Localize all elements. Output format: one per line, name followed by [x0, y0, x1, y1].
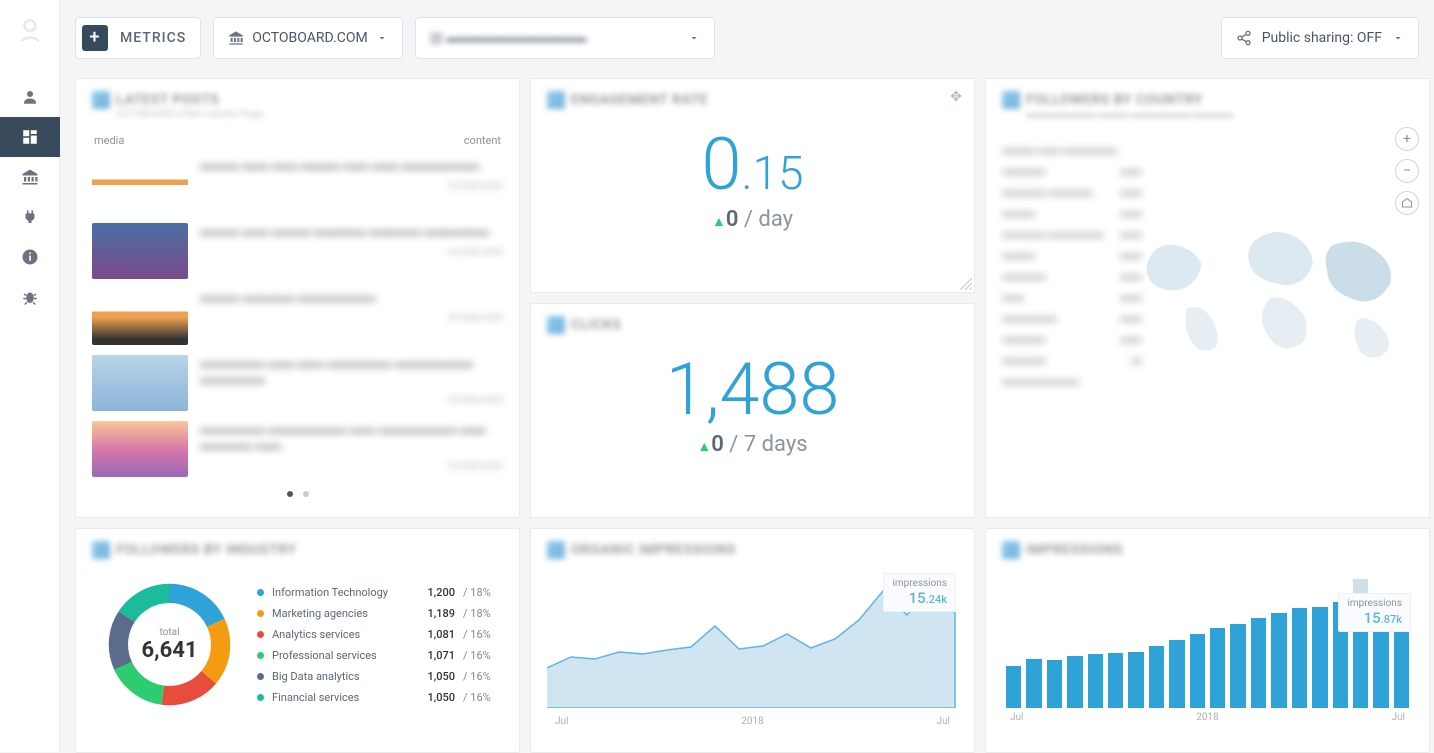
card-latest-posts[interactable]: LATEST POSTS OCTOBOARD.COM Linkedin Page… [75, 78, 520, 518]
chart-badge: impressions 15.87k [1338, 593, 1411, 632]
linkedin-icon [547, 541, 565, 559]
sidebar-item-bug[interactable] [0, 277, 60, 317]
industry-legend: Information Technology1,200/ 18%Marketin… [257, 582, 503, 708]
post-thumb [92, 421, 188, 477]
linkedin-icon [92, 541, 110, 559]
engagement-period: / day [744, 207, 793, 232]
org-label: OCTOBOARD.COM [252, 30, 367, 46]
card-organic-impressions[interactable]: ORGANIC IMPRESSIONS impressions 15.24k J… [530, 528, 975, 753]
card-followers-industry[interactable]: FOLLOWERS BY INDUSTRY total 6,641 Inform… [75, 528, 520, 753]
zoom-out-button[interactable]: − [1395, 159, 1419, 183]
linkedin-icon [547, 316, 565, 334]
card-clicks[interactable]: CLICKS 1,488 ▲0 / 7 days [530, 303, 975, 518]
dashboard-selector[interactable]: ▧ ▬▬▬▬▬▬▬▬▬▬ [415, 17, 715, 59]
zoom-in-button[interactable]: + [1395, 127, 1419, 151]
sidebar [0, 0, 60, 752]
sidebar-item-info[interactable] [0, 237, 60, 277]
bar [1006, 666, 1021, 708]
up-triangle-icon: ▲ [712, 214, 726, 230]
bar [1169, 640, 1184, 708]
card-engagement-rate[interactable]: ✥ ENGAGEMENT RATE 0.15 ▲0 / day [530, 78, 975, 293]
linkedin-icon [1002, 91, 1020, 109]
bar [1108, 653, 1123, 708]
bar [1190, 634, 1205, 708]
donut-total-value: 6,641 [142, 638, 198, 663]
x-axis: Jul2018Jul [1002, 708, 1413, 723]
bank-icon [228, 30, 244, 46]
post-thumb [92, 157, 188, 213]
post-thumb [92, 355, 188, 411]
post-row[interactable]: ▬▬▬ ▬▬▬▬ ▬▬▬▬▬▬▬ ▬▬ ▬▬ [92, 289, 503, 345]
sidebar-item-dashboard[interactable] [0, 117, 60, 157]
engagement-value-int: 0 [702, 122, 742, 207]
card-impressions[interactable]: IMPRESSIONS impressions 15.87k Jul2018Ju… [985, 528, 1430, 753]
bar [1047, 660, 1062, 708]
post-thumb [92, 289, 188, 345]
post-row[interactable]: ▬▬▬▬▬ ▬▬ ▬▬ ▬▬▬▬▬ ▬▬▬▬▬▬ ▬▬▬▬▬ ▬ ▬▬ ▬▬ [92, 355, 503, 411]
clicks-delta: 0 [711, 432, 724, 457]
bar [1067, 656, 1082, 708]
public-sharing-button[interactable]: Public sharing: OFF [1221, 17, 1419, 59]
legend-row: Information Technology1,200/ 18% [257, 582, 503, 603]
org-selector[interactable]: OCTOBOARD.COM [213, 17, 402, 59]
world-map[interactable] [1129, 199, 1419, 379]
donut-total-label: total [142, 627, 198, 638]
bar [1251, 618, 1266, 708]
share-label: Public sharing: OFF [1262, 30, 1382, 46]
bar [1128, 652, 1143, 708]
bar [1271, 613, 1286, 708]
dashboard-grid: LATEST POSTS OCTOBOARD.COM Linkedin Page… [75, 78, 1434, 752]
bar [1292, 608, 1307, 708]
bar [1149, 646, 1164, 708]
metrics-label: METRICS [120, 30, 186, 46]
bar [1026, 659, 1041, 708]
clicks-period: / 7 days [729, 432, 807, 457]
country-list: ▬▬▬ ▬▬ ▬▬▬▬▬ ▬▬▬▬▬▬ ▬▬▬▬ ▬▬▬▬▬▬ ▬▬▬▬▬ ▬▬… [1002, 139, 1142, 391]
x-axis: Jul2018Jul [547, 712, 958, 727]
legend-row: Financial services1,050/ 16% [257, 687, 503, 708]
clicks-value: 1,488 [547, 354, 958, 426]
post-row[interactable]: ▬▬▬▬▬ ▬▬▬▬▬▬ ▬▬ ▬▬▬▬▬▬ ▬▬ ▬▬▬▬ ▬▬▬ ▬▬ ▬▬ [92, 421, 503, 477]
resize-handle-icon[interactable] [960, 278, 972, 290]
sidebar-item-plug[interactable] [0, 197, 60, 237]
plus-icon: + [82, 25, 108, 51]
engagement-value-dec: .15 [741, 147, 803, 201]
legend-row: Analytics services1,081/ 16% [257, 624, 503, 645]
linkedin-icon [92, 91, 110, 109]
chevron-down-icon [688, 32, 700, 44]
up-triangle-icon: ▲ [697, 439, 711, 455]
post-row[interactable]: ▬▬▬ ▬▬ ▬▬ ▬▬▬ ▬▬ ▬▬ ▬▬▬▬▬▬▬ ▬▬ ▬▬ [92, 157, 503, 213]
chevron-down-icon [1392, 32, 1404, 44]
sidebar-item-account[interactable] [0, 77, 60, 117]
legend-row: Marketing agencies1,189/ 18% [257, 603, 503, 624]
legend-row: Big Data analytics1,050/ 16% [257, 666, 503, 687]
post-row[interactable]: ▬▬▬ ▬▬ ▬▬▬ ▬▬▬▬ ▬▬▬▬ ▬▬▬▬▬▬ ▬▬ ▬▬ [92, 223, 503, 279]
linkedin-icon [1002, 541, 1020, 559]
posts-headers: mediacontent [92, 134, 503, 147]
post-thumb [92, 223, 188, 279]
donut-chart: total 6,641 [102, 577, 237, 712]
bar [1088, 654, 1103, 708]
legend-row: Professional services1,071/ 16% [257, 645, 503, 666]
top-bar: + METRICS OCTOBOARD.COM ▧ ▬▬▬▬▬▬▬▬▬▬ Pub… [75, 15, 1419, 60]
chart-badge: impressions 15.24k [883, 573, 956, 612]
card-followers-country[interactable]: FOLLOWERS BY COUNTRY ▬▬▬▬▬▬▬ ▬▬▬ ▬▬▬▬▬▬ … [985, 78, 1430, 518]
pager-dots[interactable] [92, 491, 503, 497]
linkedin-icon [547, 91, 565, 109]
add-metrics-button[interactable]: + METRICS [75, 17, 201, 59]
chevron-down-icon [376, 32, 388, 44]
app-logo [14, 15, 46, 47]
share-icon [1236, 30, 1252, 46]
sidebar-item-bank[interactable] [0, 157, 60, 197]
engagement-delta: 0 [726, 207, 739, 232]
bar [1312, 607, 1327, 708]
bar [1230, 624, 1245, 708]
bar [1210, 628, 1225, 708]
